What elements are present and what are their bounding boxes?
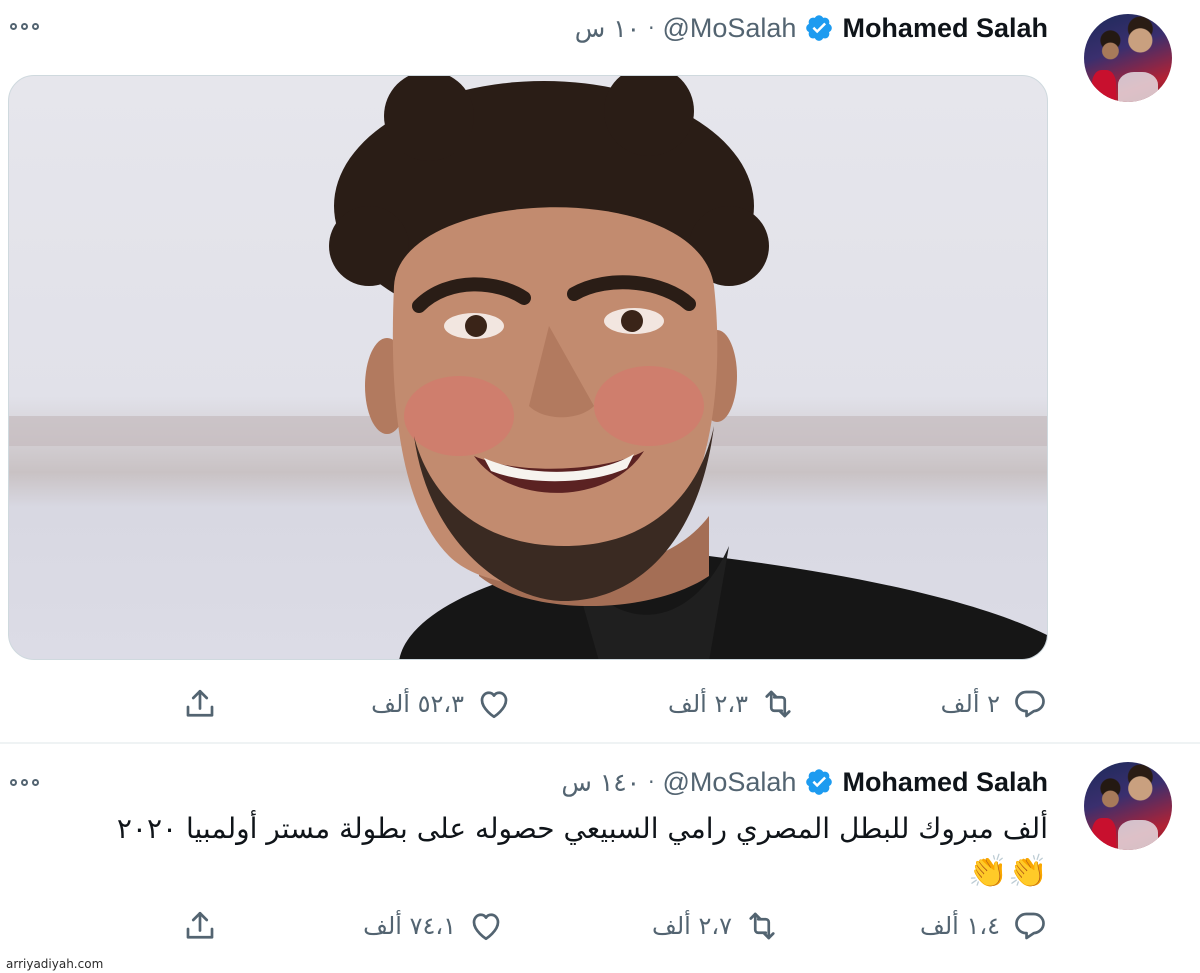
tweet-text-body: ألف مبروك للبطل المصري رامي السبيعي حصول… (116, 812, 1048, 845)
reply-icon (1015, 912, 1045, 940)
verified-badge-icon (806, 769, 833, 795)
like-icon (480, 691, 508, 719)
selfie-photo-illustration (9, 76, 1047, 659)
site-watermark: arriyadiyah.com (4, 957, 106, 971)
verified-badge-icon (806, 15, 833, 41)
share-icon (186, 689, 214, 717)
like-count: ٧٤،١ ألف (363, 912, 456, 940)
reply-count: ١،٤ ألف (920, 912, 1000, 940)
like-button[interactable]: ٧٤،١ ألف (363, 904, 504, 948)
share-button[interactable] (182, 682, 218, 726)
tweet-time[interactable]: ١٤٠ س (561, 768, 640, 797)
reply-icon (1015, 690, 1045, 718)
reply-count: ٢ ألف (940, 690, 1000, 718)
tweet-text: ألف مبروك للبطل المصري رامي السبيعي حصول… (38, 808, 1048, 892)
retweet-icon (765, 690, 791, 718)
like-count: ٥٢،٣ ألف (371, 690, 464, 718)
retweet-button[interactable]: ٢،٣ ألف (668, 682, 796, 726)
tweet-header: Mohamed Salah @MoSalah · ١٤٠ س (561, 766, 1048, 798)
author-name[interactable]: Mohamed Salah (842, 13, 1048, 44)
author-handle[interactable]: @MoSalah (662, 13, 796, 44)
more-options-icon[interactable] (10, 20, 44, 32)
author-avatar[interactable] (1084, 14, 1172, 102)
author-avatar[interactable] (1084, 762, 1172, 850)
retweet-button[interactable]: ٢،٧ ألف (652, 904, 780, 948)
tweet-1[interactable]: Mohamed Salah @MoSalah · ١٠ س ٢ ألف ٢،٣ … (0, 0, 1200, 742)
more-options-icon[interactable] (10, 776, 44, 788)
share-button[interactable] (182, 904, 218, 948)
separator-dot: · (648, 16, 655, 40)
tweet-2[interactable]: Mohamed Salah @MoSalah · ١٤٠ س ألف مبروك… (0, 744, 1200, 973)
tweet-actions: ١،٤ ألف ٢،٧ ألف ٧٤،١ ألف (0, 904, 1200, 948)
reply-button[interactable]: ١،٤ ألف (920, 904, 1048, 948)
tweet-header: Mohamed Salah @MoSalah · ١٠ س (575, 12, 1048, 44)
share-icon (186, 911, 214, 939)
author-handle[interactable]: @MoSalah (662, 767, 796, 798)
reply-button[interactable]: ٢ ألف (941, 682, 1048, 726)
like-icon (472, 913, 500, 941)
retweet-count: ٢،٧ ألف (652, 912, 732, 940)
tweet-actions: ٢ ألف ٢،٣ ألف ٥٢،٣ ألف (0, 682, 1200, 726)
like-button[interactable]: ٥٢،٣ ألف (371, 682, 512, 726)
tweet-photo[interactable] (8, 75, 1048, 660)
clapping-hands-emoji: 👏👏 (968, 852, 1048, 890)
tweet-time[interactable]: ١٠ س (575, 14, 640, 43)
separator-dot: · (648, 770, 655, 794)
retweet-icon (749, 912, 775, 940)
retweet-count: ٢،٣ ألف (668, 690, 748, 718)
author-name[interactable]: Mohamed Salah (842, 767, 1048, 798)
